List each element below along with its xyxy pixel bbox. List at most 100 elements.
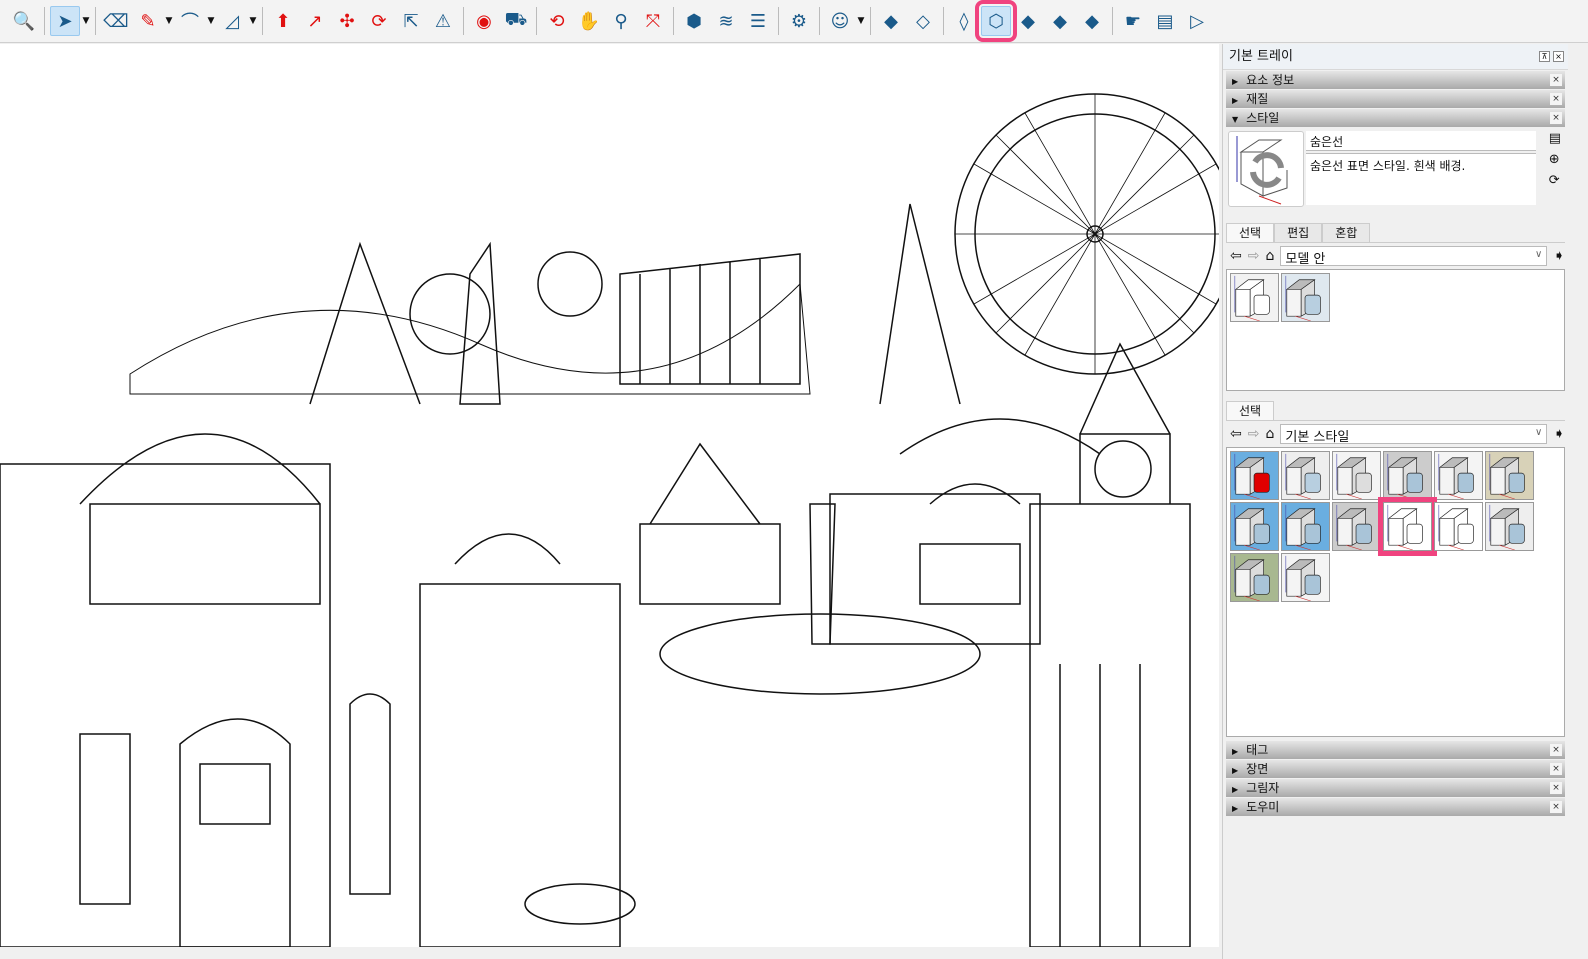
style-thumbnail[interactable] bbox=[1434, 451, 1483, 500]
outliner-icon[interactable]: ☛ bbox=[1118, 6, 1148, 36]
shaded-icon[interactable]: ◆ bbox=[1013, 6, 1043, 36]
wireframe-icon[interactable]: ◊ bbox=[949, 6, 979, 36]
style-description-field[interactable]: 숨은선 표면 스타일. 흰색 배경. bbox=[1306, 153, 1536, 205]
tab-select[interactable]: 선택 bbox=[1226, 223, 1275, 242]
details-arrow-icon[interactable]: ➧ bbox=[1553, 426, 1565, 442]
details-arrow-icon[interactable]: ➧ bbox=[1553, 248, 1565, 264]
shaded-textures-icon[interactable]: ◆ bbox=[1045, 6, 1075, 36]
dropdown-arrow-icon[interactable]: ▼ bbox=[856, 16, 866, 26]
style-thumbnail[interactable] bbox=[1383, 451, 1432, 500]
close-panel-icon[interactable]: × bbox=[1550, 763, 1562, 775]
close-panel-icon[interactable]: × bbox=[1550, 93, 1562, 105]
model-nav: ⇦ ⇨ ⌂ 모델 안 ∨ ➧ bbox=[1226, 245, 1565, 267]
expanded-triangle-icon: ▼ bbox=[1232, 115, 1239, 124]
dropdown-arrow-icon[interactable]: ▼ bbox=[248, 16, 258, 26]
panel-header[interactable]: ▶ 장면 × bbox=[1226, 760, 1565, 778]
zoom-icon[interactable]: 🔍 bbox=[9, 6, 39, 36]
update-style-icon[interactable]: ⟳ bbox=[1549, 173, 1561, 188]
orbit-icon[interactable]: ⟲ bbox=[542, 6, 572, 36]
pin-icon[interactable]: ⊼ bbox=[1539, 51, 1550, 62]
style-thumbnail[interactable] bbox=[1485, 451, 1534, 500]
entity-info-icon[interactable]: ▤ bbox=[1150, 6, 1180, 36]
style-thumbnail[interactable] bbox=[1281, 553, 1330, 602]
style-thumbnail[interactable] bbox=[1332, 451, 1381, 500]
back-arrow-icon[interactable]: ⇦ bbox=[1230, 426, 1242, 442]
create-new-style-icon[interactable]: ⊕ bbox=[1549, 152, 1561, 167]
xray-icon[interactable]: ◆ bbox=[876, 6, 906, 36]
follow-me-icon[interactable]: ↗ bbox=[300, 6, 330, 36]
eraser-icon[interactable]: ⌫ bbox=[101, 6, 131, 36]
style-thumbnail[interactable] bbox=[1281, 502, 1330, 551]
forward-arrow-icon[interactable]: ⇨ bbox=[1248, 426, 1260, 442]
account-icon[interactable]: ☺ bbox=[825, 6, 855, 36]
pan-icon[interactable]: ✋ bbox=[574, 6, 604, 36]
tape-measure-icon[interactable]: ◉ bbox=[469, 6, 499, 36]
style-thumbnail[interactable] bbox=[1434, 502, 1483, 551]
rotate-icon[interactable]: ⟳ bbox=[364, 6, 394, 36]
panel-header[interactable]: ▶ 도우미 × bbox=[1226, 798, 1565, 816]
extension-warehouse-icon[interactable]: ≋ bbox=[711, 6, 741, 36]
update-arrow-icon bbox=[1252, 152, 1284, 169]
dropdown-arrow-icon[interactable]: ▼ bbox=[81, 16, 91, 26]
toolbar-separator bbox=[463, 7, 464, 35]
close-panel-icon[interactable]: × bbox=[1550, 744, 1562, 756]
tray-title: 기본 트레이 bbox=[1229, 49, 1293, 64]
default-tray: 기본 트레이 ⊼ × ▶ 요소 정보 × ▶ 재질 × ▼ 스타일 × 숨은선 숨은선 표면 스타… bbox=[1222, 44, 1568, 959]
library-select[interactable]: 기본 스타일 ∨ bbox=[1280, 424, 1548, 445]
collection-select[interactable]: 모델 안 ∨ bbox=[1280, 246, 1548, 267]
style-thumbnail[interactable] bbox=[1281, 273, 1330, 322]
collapsed-triangle-icon: ▶ bbox=[1232, 77, 1239, 86]
toolbar-separator bbox=[1112, 7, 1113, 35]
pencil-icon[interactable]: ✎ bbox=[133, 6, 163, 36]
paint-bucket-icon[interactable]: ⛟ bbox=[501, 6, 531, 36]
panel-header[interactable]: ▶ 태그 × bbox=[1226, 741, 1565, 759]
home-icon[interactable]: ⌂ bbox=[1265, 426, 1274, 442]
style-thumbnail[interactable] bbox=[1378, 497, 1437, 556]
forward-arrow-icon[interactable]: ⇨ bbox=[1248, 248, 1260, 264]
zoom-tool-icon[interactable]: ⚲ bbox=[606, 6, 636, 36]
layers-icon[interactable]: ☰ bbox=[743, 6, 773, 36]
close-panel-icon[interactable]: × bbox=[1550, 782, 1562, 794]
push-pull-icon[interactable]: ⬆ bbox=[268, 6, 298, 36]
style-thumbnail[interactable] bbox=[1281, 451, 1330, 500]
panel-header[interactable]: ▶ 그림자 × bbox=[1226, 779, 1565, 797]
hidden-line-icon[interactable]: ⬡ bbox=[975, 0, 1017, 42]
back-arrow-icon[interactable]: ⇦ bbox=[1230, 248, 1242, 264]
warehouse-icon[interactable]: ⬢ bbox=[679, 6, 709, 36]
style-thumbnail[interactable] bbox=[1230, 451, 1279, 500]
style-name-field[interactable]: 숨은선 bbox=[1306, 131, 1536, 151]
close-panel-icon[interactable]: × bbox=[1550, 801, 1562, 813]
select-icon[interactable]: ➤ bbox=[50, 6, 80, 36]
tab-mix[interactable]: 혼합 bbox=[1322, 223, 1371, 242]
home-icon[interactable]: ⌂ bbox=[1265, 248, 1274, 264]
arc-icon[interactable]: ⌒ bbox=[175, 6, 205, 36]
close-panel-icon[interactable]: × bbox=[1550, 112, 1562, 124]
model-viewport[interactable] bbox=[0, 44, 1219, 947]
back-edges-icon[interactable]: ◇ bbox=[908, 6, 938, 36]
tray-toggle-icon[interactable]: ▷ bbox=[1182, 6, 1212, 36]
toolbar-separator bbox=[819, 7, 820, 35]
panel-header[interactable]: ▼ 스타일 × bbox=[1226, 109, 1565, 127]
panel-header[interactable]: ▶ 재질 × bbox=[1226, 90, 1565, 108]
zoom-extents-icon[interactable]: ⤧ bbox=[638, 6, 668, 36]
monochrome-icon[interactable]: ◆ bbox=[1077, 6, 1107, 36]
style-thumbnail[interactable] bbox=[1230, 273, 1279, 322]
panel-header[interactable]: ▶ 요소 정보 × bbox=[1226, 71, 1565, 89]
rectangle-icon[interactable]: ◿ bbox=[217, 6, 247, 36]
style-thumbnail[interactable] bbox=[1230, 553, 1279, 602]
close-tray-icon[interactable]: × bbox=[1553, 51, 1564, 62]
style-thumbnail[interactable] bbox=[1230, 502, 1279, 551]
extension-manager-icon[interactable]: ⚙ bbox=[784, 6, 814, 36]
display-secondary-pane-icon[interactable]: ▤ bbox=[1549, 131, 1561, 146]
close-panel-icon[interactable]: × bbox=[1550, 74, 1562, 86]
scale-icon[interactable]: ⇱ bbox=[396, 6, 426, 36]
style-thumbnail[interactable] bbox=[1332, 502, 1381, 551]
move-icon[interactable]: ✣ bbox=[332, 6, 362, 36]
flip-icon[interactable]: ⚠ bbox=[428, 6, 458, 36]
dropdown-arrow-icon[interactable]: ▼ bbox=[206, 16, 216, 26]
tab-select-secondary[interactable]: 선택 bbox=[1226, 401, 1275, 420]
toolbar-separator bbox=[673, 7, 674, 35]
tab-edit[interactable]: 편집 bbox=[1274, 223, 1323, 242]
style-thumbnail[interactable] bbox=[1485, 502, 1534, 551]
dropdown-arrow-icon[interactable]: ▼ bbox=[164, 16, 174, 26]
